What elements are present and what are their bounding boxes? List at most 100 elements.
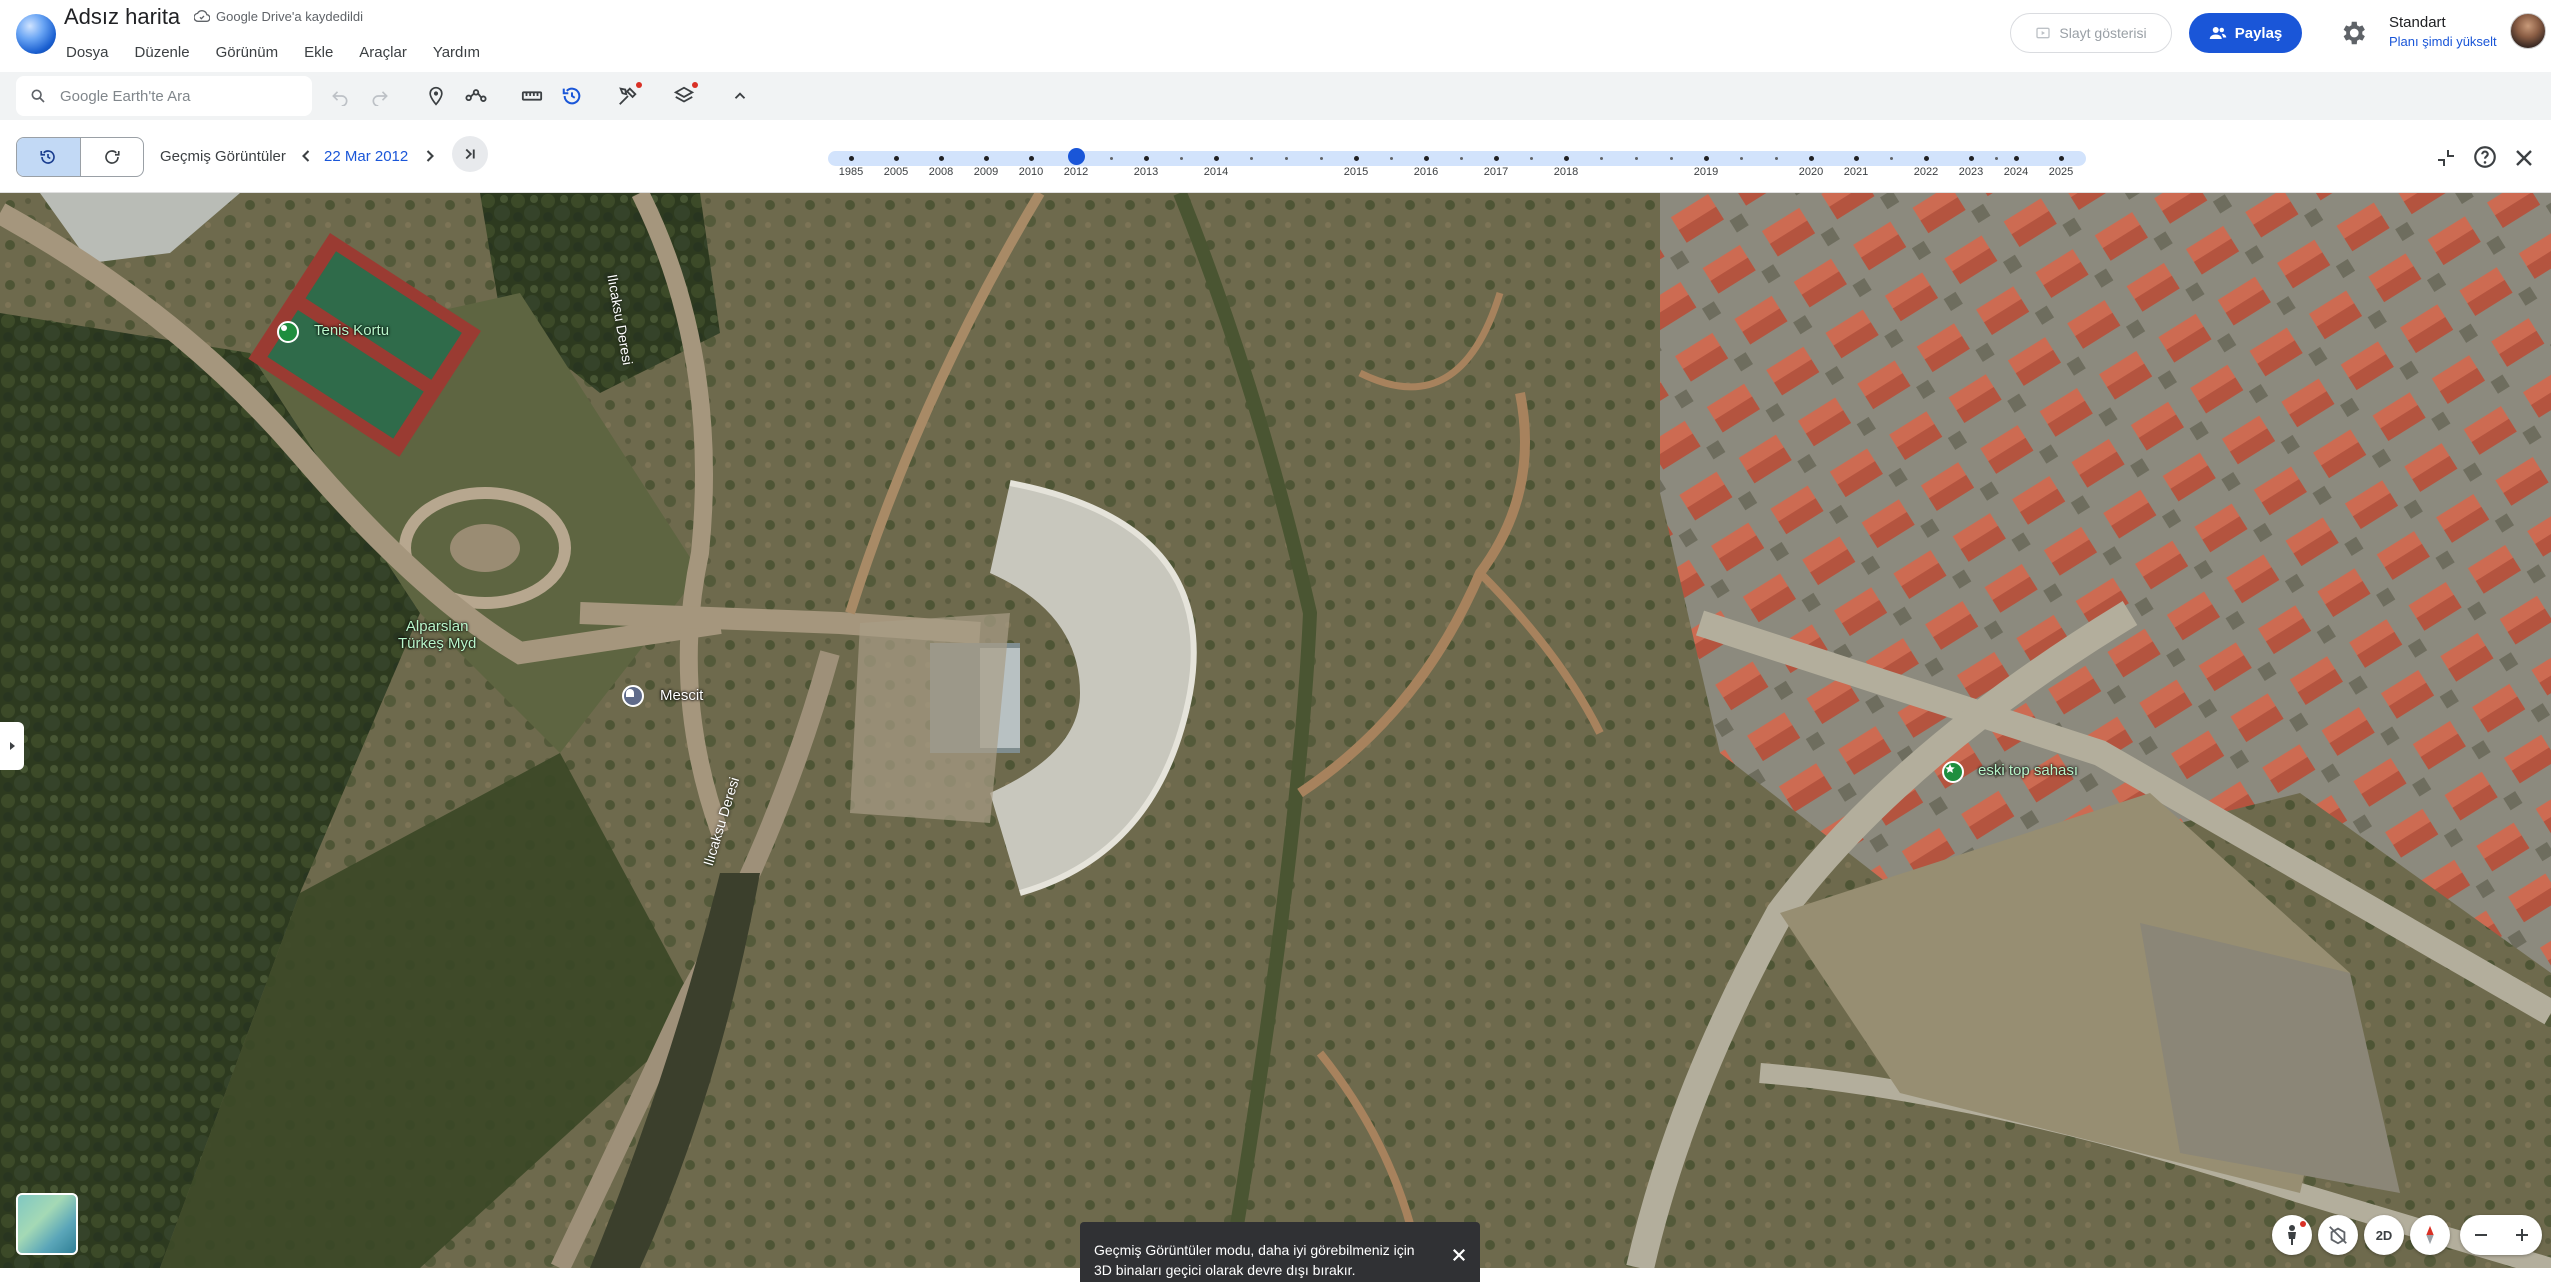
tools-icon[interactable]: [616, 82, 642, 108]
share-label: Paylaş: [2234, 24, 2283, 42]
minimize-icon[interactable]: [2434, 146, 2458, 170]
timeline-minor-dot[interactable]: [1250, 157, 1253, 160]
compass-button[interactable]: [2410, 1215, 2450, 1255]
timeline-year-label: 2025: [2048, 166, 2074, 178]
close-icon[interactable]: [1450, 1246, 1468, 1264]
timeline-track[interactable]: [828, 151, 2086, 166]
timeline-minor-dot[interactable]: [1530, 157, 1533, 160]
zoom-out-button[interactable]: [2460, 1215, 2501, 1255]
menu-tools[interactable]: Araçlar: [359, 44, 407, 61]
timeline-year-dot[interactable]: [1424, 156, 1429, 161]
timeline-year-label: 2017: [1483, 166, 1509, 178]
timeline-minor-dot[interactable]: [1635, 157, 1638, 160]
gear-icon[interactable]: [2338, 18, 2368, 48]
timeline-year-label: 2023: [1958, 166, 1984, 178]
search-input[interactable]: [60, 87, 290, 105]
measure-icon[interactable]: [520, 84, 544, 108]
collapse-icon[interactable]: [728, 84, 752, 108]
timeline-minor-dot[interactable]: [1460, 157, 1463, 160]
help-icon[interactable]: [2472, 144, 2498, 170]
redo-icon[interactable]: [368, 84, 392, 108]
menu-insert[interactable]: Ekle: [304, 44, 333, 61]
undo-icon[interactable]: [328, 84, 352, 108]
timeline-year-dot[interactable]: [2014, 156, 2019, 161]
google-earth-logo-icon[interactable]: [16, 14, 56, 54]
add-placemark-icon[interactable]: [424, 84, 448, 108]
timeline-minor-dot[interactable]: [1995, 157, 1998, 160]
layers-icon[interactable]: [672, 82, 698, 108]
field-pin-icon[interactable]: [1942, 761, 1964, 783]
timeline-minor-dot[interactable]: [1285, 157, 1288, 160]
avatar[interactable]: [2510, 13, 2546, 49]
timeline-year-label: 2024: [2003, 166, 2029, 178]
timeline-year-dot[interactable]: [894, 156, 899, 161]
menu-file[interactable]: Dosya: [66, 44, 109, 61]
search-box: [16, 76, 312, 116]
timeline-year-label: 2009: [973, 166, 999, 178]
timeline-minor-dot[interactable]: [1600, 157, 1603, 160]
chevron-right-icon[interactable]: [420, 146, 440, 166]
slideshow-button[interactable]: Slayt gösterisi: [2010, 13, 2172, 53]
current-date[interactable]: 22 Mar 2012: [324, 148, 408, 165]
old-field-label[interactable]: eski top sahası: [1978, 762, 2078, 779]
timeline-year-label: 2018: [1553, 166, 1579, 178]
timeline-year-dot[interactable]: [2059, 156, 2064, 161]
timeline-minor-dot[interactable]: [1110, 157, 1113, 160]
timeline-year-dot[interactable]: [1924, 156, 1929, 161]
timeline-year-dot[interactable]: [1494, 156, 1499, 161]
save-status: Google Drive'a kaydedildi: [194, 8, 363, 24]
street-view-button[interactable]: [2272, 1215, 2312, 1255]
timeline-minor-dot[interactable]: [1180, 157, 1183, 160]
timeline-year-dot[interactable]: [1214, 156, 1219, 161]
menu-view[interactable]: Görünüm: [216, 44, 279, 61]
timeline-minor-dot[interactable]: [1390, 157, 1393, 160]
mosque-pin-icon[interactable]: [622, 685, 644, 707]
timeline-year-dot[interactable]: [1354, 156, 1359, 161]
timeline-minor-dot[interactable]: [1775, 157, 1778, 160]
timeline-year-dot[interactable]: [1704, 156, 1709, 161]
satellite-map[interactable]: Tenis Kortu Alparslan Türkeş Myd Mescit …: [0, 193, 2551, 1268]
plan-upgrade-link[interactable]: Planı şimdi yükselt: [2389, 34, 2497, 49]
share-button[interactable]: Paylaş: [2189, 13, 2302, 53]
timeline-year-dot[interactable]: [1144, 156, 1149, 161]
current-mode-button[interactable]: [81, 138, 144, 176]
timeline-year-dot[interactable]: [939, 156, 944, 161]
timeline-year-dot[interactable]: [984, 156, 989, 161]
add-path-icon[interactable]: [464, 84, 488, 108]
pegman-icon: [2288, 1225, 2296, 1245]
view-2d-button[interactable]: 2D: [2364, 1215, 2404, 1255]
timeline-year-dot[interactable]: [1809, 156, 1814, 161]
menu-edit[interactable]: Düzenle: [135, 44, 190, 61]
jump-to-latest-button[interactable]: [452, 136, 488, 172]
menu-help[interactable]: Yardım: [433, 44, 480, 61]
tennis-court-pin-icon[interactable]: [277, 321, 299, 343]
info-toast: Geçmiş Görüntüler modu, daha iyi görebil…: [1080, 1222, 1480, 1282]
timeline-minor-dot[interactable]: [1670, 157, 1673, 160]
document-title[interactable]: Adsız harita: [64, 4, 180, 30]
timeline-year-label: 2010: [1018, 166, 1044, 178]
timeline-minor-dot[interactable]: [1320, 157, 1323, 160]
historical-mode-button[interactable]: [17, 138, 81, 176]
side-panel-toggle[interactable]: [0, 722, 24, 770]
historical-imagery-icon[interactable]: [560, 84, 584, 108]
tennis-court-label[interactable]: Tenis Kortu: [314, 322, 389, 339]
timeline-year-dot[interactable]: [1969, 156, 1974, 161]
timeline-year-dot[interactable]: [1029, 156, 1034, 161]
close-icon[interactable]: [2512, 146, 2536, 170]
minus-icon: [2474, 1234, 2487, 1236]
historical-imagery-label: Geçmiş Görüntüler: [160, 148, 286, 165]
timeline-year-dot[interactable]: [1564, 156, 1569, 161]
park-label[interactable]: Alparslan Türkeş Myd: [398, 618, 476, 652]
timeline-selected-handle[interactable]: [1068, 148, 1085, 165]
timeline-minor-dot[interactable]: [1740, 157, 1743, 160]
mescit-label[interactable]: Mescit: [660, 687, 703, 704]
map-style-thumbnail[interactable]: [16, 1193, 78, 1255]
timeline-year-dot[interactable]: [849, 156, 854, 161]
toolbar: [0, 72, 2551, 120]
timeline-year-label: 2005: [883, 166, 909, 178]
chevron-left-icon[interactable]: [296, 146, 316, 166]
zoom-in-button[interactable]: [2501, 1215, 2542, 1255]
timeline-minor-dot[interactable]: [1890, 157, 1893, 160]
toggle-3d-buildings-button[interactable]: [2318, 1215, 2358, 1255]
timeline-year-dot[interactable]: [1854, 156, 1859, 161]
